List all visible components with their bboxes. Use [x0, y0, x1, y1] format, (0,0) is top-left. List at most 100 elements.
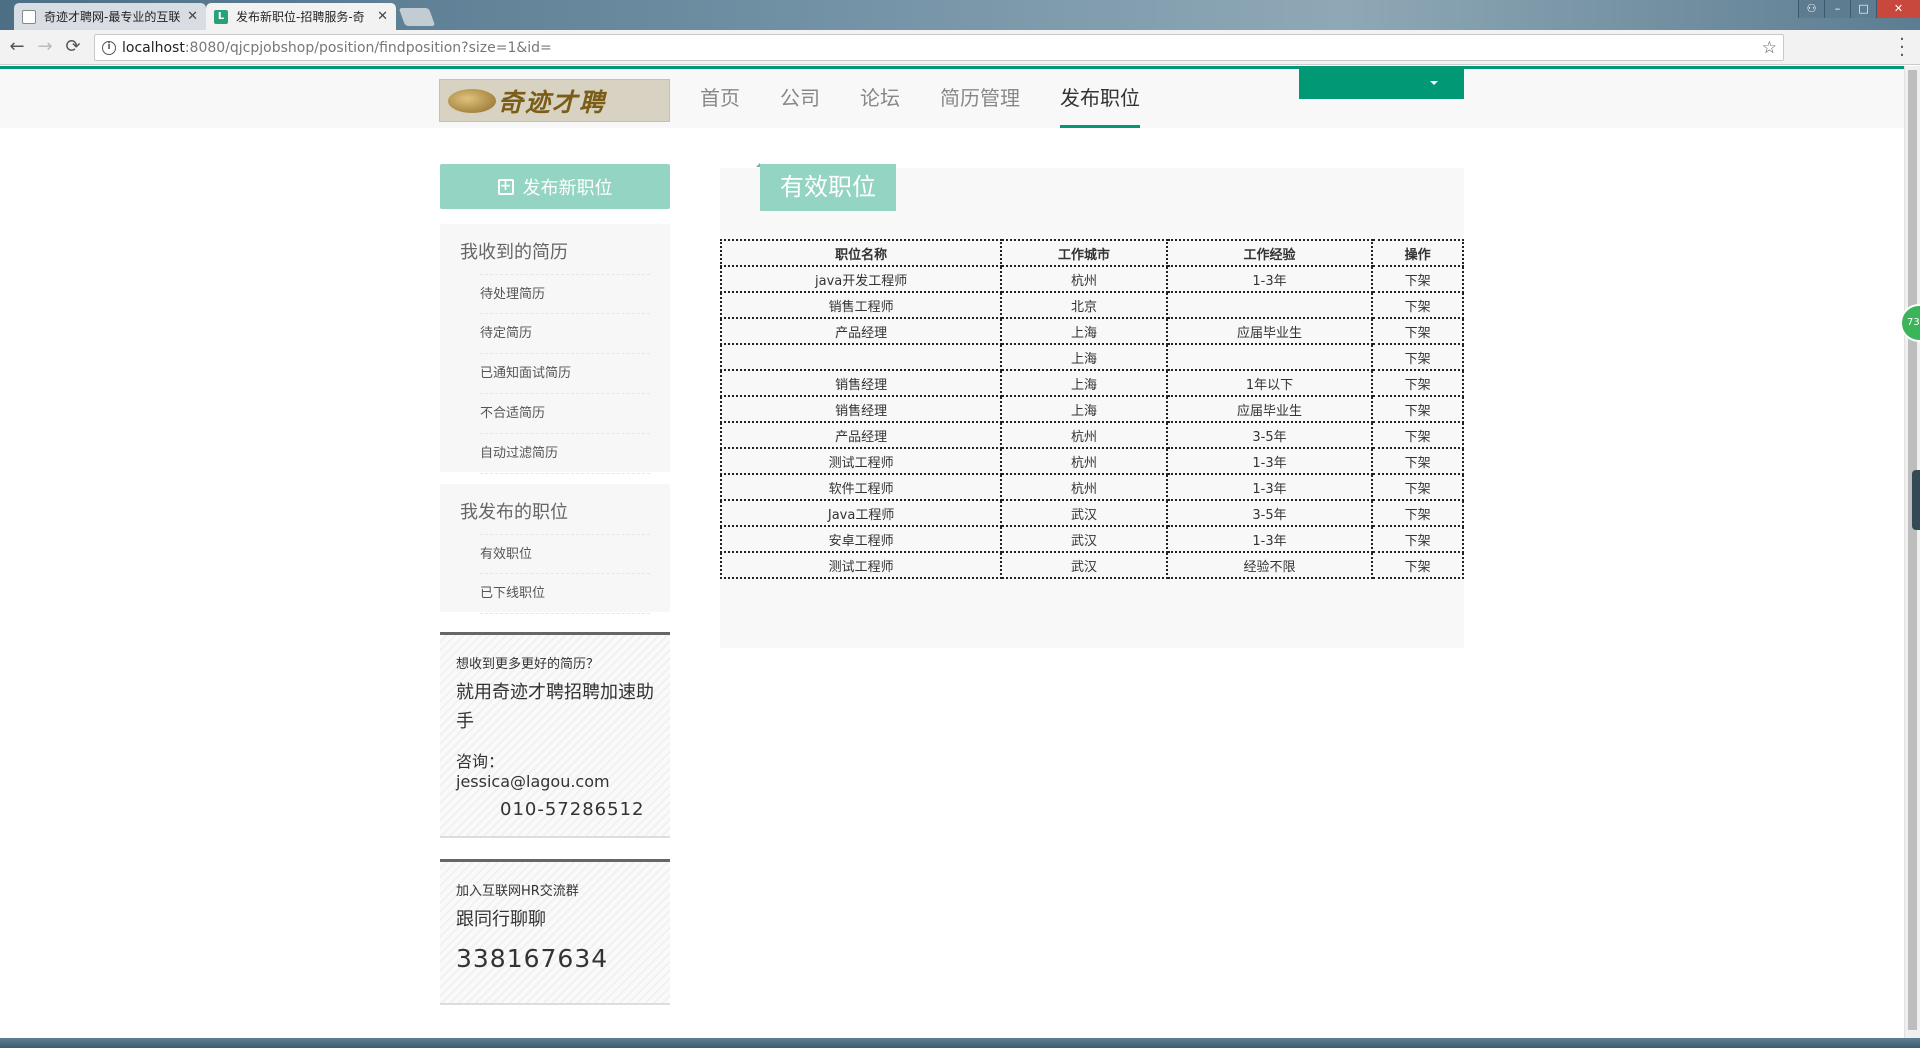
forward-icon[interactable]: → [34, 37, 56, 57]
cell-position-name [719, 343, 1003, 371]
offline-action-link[interactable]: 下架 [1371, 395, 1464, 423]
minimize-icon[interactable]: – [1824, 0, 1850, 18]
close-tab-icon[interactable]: ✕ [377, 9, 388, 24]
browser-menu-icon[interactable]: · · · [1894, 31, 1910, 65]
column-header: 职位名称 [719, 239, 1003, 267]
post-new-position-button[interactable]: + 发布新职位 [440, 164, 670, 209]
cell-city: 杭州 [1000, 421, 1168, 449]
section-title: 我收到的简历 [460, 242, 568, 263]
user-menu-dropdown[interactable] [1299, 69, 1464, 99]
cell-city: 杭州 [1000, 473, 1168, 501]
back-icon[interactable]: ← [6, 37, 28, 57]
new-tab-button[interactable] [398, 8, 436, 26]
cell-experience: 经验不限 [1165, 551, 1374, 579]
url-path: :8080/qjcpjobshop/position/findposition?… [184, 39, 552, 56]
nav-post-position[interactable]: 发布职位 [1060, 69, 1140, 128]
sidebar-item-offline-positions[interactable]: 已下线职位 [480, 574, 650, 614]
bookmark-star-icon[interactable]: ☆ [1762, 38, 1777, 58]
floating-badge[interactable]: 73 [1900, 304, 1920, 342]
offline-action-link[interactable]: 下架 [1371, 291, 1464, 319]
close-window-icon[interactable]: ✕ [1876, 0, 1920, 18]
cell-experience: 1-3年 [1165, 447, 1374, 475]
cell-position-name: 销售工程师 [719, 291, 1003, 319]
offline-action-link[interactable]: 下架 [1371, 265, 1464, 293]
cell-position-name: 测试工程师 [719, 551, 1003, 579]
browser-tab-2[interactable]: L 发布新职位-招聘服务-奇 ✕ [206, 3, 396, 30]
table-row: 测试工程师 杭州 1-3年 下架 [719, 447, 1464, 475]
table-row: 安卓工程师 武汉 1-3年 下架 [719, 525, 1464, 553]
table-row: 销售工程师 北京 下架 [719, 291, 1464, 319]
info-icon[interactable]: i [102, 40, 116, 55]
cell-position-name: 销售经理 [719, 369, 1003, 397]
cell-city: 上海 [1000, 369, 1168, 397]
offline-action-link[interactable]: 下架 [1371, 525, 1464, 553]
tab-title: 奇迹才聘网-最专业的互联 [44, 10, 181, 24]
site-logo[interactable]: 奇迹才聘 [439, 79, 670, 122]
cell-experience: 3-5年 [1165, 421, 1374, 449]
close-tab-icon[interactable]: ✕ [187, 9, 198, 24]
cell-experience: 1-3年 [1165, 525, 1374, 553]
tab-title: 发布新职位-招聘服务-奇 [236, 10, 365, 24]
page-scrollbar[interactable] [1904, 66, 1920, 1038]
offline-action-link[interactable]: 下架 [1371, 551, 1464, 579]
reload-icon[interactable]: ⟳ [62, 37, 84, 57]
nav-resume-management[interactable]: 简历管理 [940, 69, 1020, 128]
os-taskbar [0, 1038, 1920, 1048]
window-controls: ⚇ – □ ✕ [1798, 0, 1920, 18]
url-host: localhost [122, 39, 185, 56]
section-title: 我发布的职位 [460, 502, 568, 523]
table-row: 软件工程师 杭州 1-3年 下架 [719, 473, 1464, 501]
cell-experience [1165, 343, 1374, 371]
nav-home[interactable]: 首页 [700, 69, 740, 128]
promo-accelerator: 想收到更多更好的简历？ 就用奇迹才聘招聘加速助手 咨询：jessica@lago… [440, 632, 670, 838]
offline-action-link[interactable]: 下架 [1371, 369, 1464, 397]
sidebar-item-undecided-resumes[interactable]: 待定简历 [480, 314, 650, 354]
promo-group-number: 338167634 [456, 944, 609, 973]
cell-city: 武汉 [1000, 499, 1168, 527]
url-input[interactable]: i localhost:8080/qjcpjobshop/position/fi… [94, 34, 1784, 61]
sidebar-item-unsuitable[interactable]: 不合适简历 [480, 394, 650, 434]
nav-company[interactable]: 公司 [780, 69, 820, 128]
promo-hr-group: 加入互联网HR交流群 跟同行聊聊 338167634 [440, 859, 670, 1005]
promo-headline: 就用奇迹才聘招聘加速助手 [456, 682, 654, 732]
positions-table: 职位名称 工作城市 工作经验 操作 java开发工程师 杭州 1-3年 下架 销售工程师… [719, 239, 1464, 579]
received-resumes-section: 我收到的简历 待处理简历 待定简历 已通知面试简历 不合适简历 自动过滤简历 [440, 224, 670, 474]
promo-group-sub: 跟同行聊聊 [456, 909, 546, 930]
page-icon [22, 9, 36, 24]
nav-forum[interactable]: 论坛 [860, 69, 900, 128]
table-row: Java工程师 武汉 3-5年 下架 [719, 499, 1464, 527]
sidebar-item-auto-filtered[interactable]: 自动过滤简历 [480, 434, 650, 474]
offline-action-link[interactable]: 下架 [1371, 499, 1464, 527]
cell-position-name: 产品经理 [719, 421, 1003, 449]
offline-action-link[interactable]: 下架 [1371, 421, 1464, 449]
cell-experience [1165, 291, 1374, 319]
offline-action-link[interactable]: 下架 [1371, 473, 1464, 501]
sidebar-item-pending-resumes[interactable]: 待处理简历 [480, 274, 650, 314]
column-header: 操作 [1371, 239, 1464, 267]
sidebar-item-interview-notified[interactable]: 已通知面试简历 [480, 354, 650, 394]
sidebar-item-active-positions[interactable]: 有效职位 [480, 534, 650, 574]
scrollbar-thumb[interactable] [1908, 70, 1917, 1030]
offline-action-link[interactable]: 下架 [1371, 447, 1464, 475]
table-row: 产品经理 上海 应届毕业生 下架 [719, 317, 1464, 345]
cell-experience: 应届毕业生 [1165, 317, 1374, 345]
user-icon[interactable]: ⚇ [1798, 0, 1824, 18]
table-row: 销售经理 上海 应届毕业生 下架 [719, 395, 1464, 423]
browser-tab-1[interactable]: 奇迹才聘网-最专业的互联 ✕ [14, 3, 206, 30]
browser-tab-strip: 奇迹才聘网-最专业的互联 ✕ L 发布新职位-招聘服务-奇 ✕ ⚇ – □ ✕ [0, 0, 1920, 30]
table-row: 销售经理 上海 1年以下 下架 [719, 369, 1464, 397]
offline-action-link[interactable]: 下架 [1371, 317, 1464, 345]
cell-city: 上海 [1000, 395, 1168, 423]
cell-experience: 3-5年 [1165, 499, 1374, 527]
column-header: 工作城市 [1000, 239, 1168, 267]
maximize-icon[interactable]: □ [1850, 0, 1876, 18]
cell-experience: 1年以下 [1165, 369, 1374, 397]
promo-question: 想收到更多更好的简历？ [456, 657, 600, 672]
plus-square-icon: + [497, 178, 514, 195]
logo-text: 奇迹才聘 [498, 87, 607, 117]
offline-action-link[interactable]: 下架 [1371, 343, 1464, 371]
cell-position-name: 销售经理 [719, 395, 1003, 423]
cell-city: 武汉 [1000, 525, 1168, 553]
cell-position-name: 测试工程师 [719, 447, 1003, 475]
side-panel-handle[interactable] [1912, 470, 1920, 530]
